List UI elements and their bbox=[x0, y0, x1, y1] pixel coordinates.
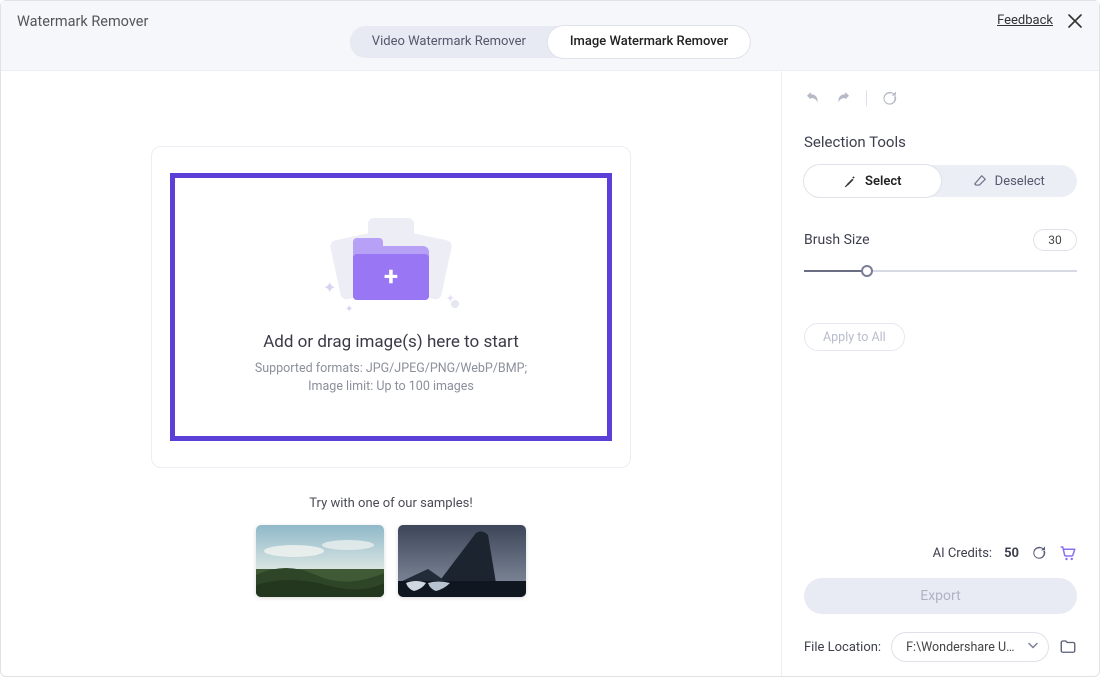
undo-icon bbox=[804, 89, 822, 107]
open-folder-button[interactable] bbox=[1059, 638, 1077, 656]
selection-tools-title: Selection Tools bbox=[804, 133, 1077, 151]
brush-size-value: 30 bbox=[1033, 229, 1077, 251]
close-icon bbox=[1068, 14, 1082, 28]
redo-icon bbox=[834, 89, 852, 107]
file-location-select[interactable]: F:\Wondershare UniCon bbox=[891, 632, 1049, 662]
refresh-icon bbox=[1031, 545, 1047, 561]
slider-thumb[interactable] bbox=[861, 265, 873, 277]
dropzone-subtext: Supported formats: JPG/JPEG/PNG/WebP/BMP… bbox=[255, 360, 527, 396]
samples-label: Try with one of our samples! bbox=[1, 496, 781, 511]
mode-tabs: Video Watermark Remover Image Watermark … bbox=[350, 26, 750, 58]
file-location-row: File Location: F:\Wondershare UniCon bbox=[804, 632, 1077, 662]
file-location-label: File Location: bbox=[804, 640, 881, 655]
deselect-tool-button[interactable]: Deselect bbox=[941, 165, 1078, 197]
dropzone-card: + ✦✦✦ Add or drag image(s) here to start… bbox=[151, 146, 631, 468]
selection-tool-toggle: Select Deselect bbox=[804, 165, 1077, 197]
tab-video-watermark-remover[interactable]: Video Watermark Remover bbox=[350, 26, 548, 58]
reset-button[interactable] bbox=[881, 90, 898, 107]
refresh-credits-button[interactable] bbox=[1031, 545, 1047, 561]
brush-icon bbox=[843, 174, 857, 188]
cart-icon bbox=[1059, 544, 1077, 562]
add-image-illustration: + ✦✦✦ bbox=[321, 218, 461, 318]
sample-image-2[interactable] bbox=[398, 525, 526, 597]
feedback-link[interactable]: Feedback bbox=[997, 13, 1053, 28]
redo-button[interactable] bbox=[834, 89, 852, 107]
plus-icon: + bbox=[384, 264, 398, 290]
export-button[interactable]: Export bbox=[804, 578, 1077, 614]
select-tool-label: Select bbox=[865, 174, 901, 189]
tab-image-watermark-remover[interactable]: Image Watermark Remover bbox=[548, 26, 750, 58]
ai-credits-row: AI Credits: 50 bbox=[804, 544, 1077, 562]
file-location-path: F:\Wondershare UniCon bbox=[906, 640, 1020, 655]
refresh-icon bbox=[881, 90, 898, 107]
title-bar: Watermark Remover Feedback Video Waterma… bbox=[1, 1, 1099, 71]
dropzone-heading: Add or drag image(s) here to start bbox=[263, 332, 519, 352]
dropzone-limit: Image limit: Up to 100 images bbox=[255, 378, 527, 396]
separator bbox=[866, 90, 867, 106]
close-button[interactable] bbox=[1065, 11, 1085, 31]
select-tool-button[interactable]: Select bbox=[804, 165, 941, 197]
brush-size-label: Brush Size bbox=[804, 232, 870, 248]
sample-image-1[interactable] bbox=[256, 525, 384, 597]
folder-icon bbox=[1059, 638, 1077, 656]
app-title: Watermark Remover bbox=[17, 13, 148, 30]
apply-to-all-button[interactable]: Apply to All bbox=[804, 323, 905, 351]
ai-credits-label: AI Credits: bbox=[933, 546, 992, 561]
samples-row bbox=[1, 525, 781, 597]
main-area: + ✦✦✦ Add or drag image(s) here to start… bbox=[1, 71, 781, 676]
side-panel: Selection Tools Select Deselect Brush Si… bbox=[781, 71, 1099, 676]
chevron-down-icon bbox=[1028, 640, 1038, 655]
undo-button[interactable] bbox=[804, 89, 822, 107]
dropzone-formats: Supported formats: JPG/JPEG/PNG/WebP/BMP… bbox=[255, 360, 527, 378]
ai-credits-value: 50 bbox=[1004, 546, 1019, 561]
image-dropzone[interactable]: + ✦✦✦ Add or drag image(s) here to start… bbox=[170, 173, 612, 441]
deselect-tool-label: Deselect bbox=[995, 174, 1045, 189]
brush-size-slider[interactable] bbox=[804, 261, 1077, 281]
eraser-icon bbox=[973, 174, 987, 188]
buy-credits-button[interactable] bbox=[1059, 544, 1077, 562]
history-controls bbox=[804, 89, 1077, 107]
